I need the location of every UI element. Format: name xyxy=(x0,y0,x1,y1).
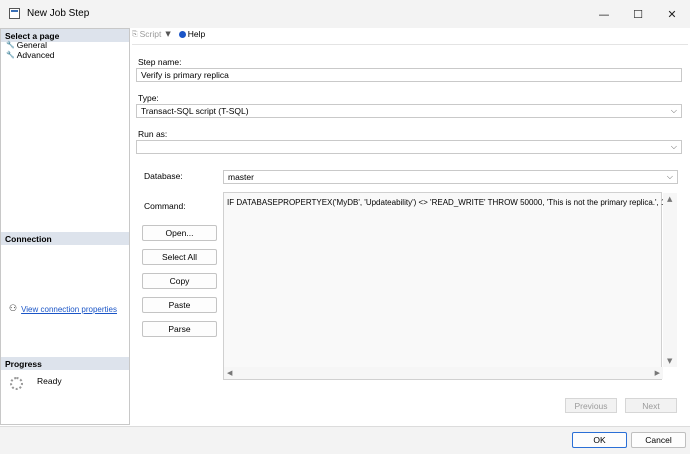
scroll-left-icon[interactable]: ◀ xyxy=(227,369,232,377)
database-label: Database: xyxy=(144,171,183,181)
chevron-down-icon: ⌵ xyxy=(670,106,677,115)
run-as-label: Run as: xyxy=(138,129,168,139)
scroll-up-icon[interactable]: ▲ xyxy=(667,195,672,203)
ok-button[interactable]: OK xyxy=(572,432,627,448)
app-window-icon xyxy=(9,8,20,19)
copy-button[interactable]: Copy xyxy=(142,273,217,289)
toolbar: ⎘ Script ▼ Help xyxy=(132,28,205,40)
chevron-down-icon: ⌵ xyxy=(670,142,677,151)
database-value: master xyxy=(228,172,254,182)
parse-button[interactable]: Parse xyxy=(142,321,217,337)
maximize-button[interactable]: ☐ xyxy=(621,0,655,28)
connection-properties[interactable]: ⚇ View connection properties xyxy=(9,304,117,314)
script-button[interactable]: ⎘ Script xyxy=(132,29,161,39)
paste-button[interactable]: Paste xyxy=(142,297,217,313)
select-all-button[interactable]: Select All xyxy=(142,249,217,265)
run-as-select[interactable]: ⌵ xyxy=(136,140,682,154)
page-item-general[interactable]: 🔧 General xyxy=(6,40,47,50)
help-button[interactable]: Help xyxy=(178,29,206,39)
progress-header: Progress xyxy=(1,357,129,370)
toolbar-divider xyxy=(132,44,688,45)
page-item-label: Advanced xyxy=(16,50,55,60)
wrench-icon: 🔧 xyxy=(6,51,15,59)
type-value: Transact-SQL script (T-SQL) xyxy=(141,106,249,116)
view-connection-properties-link[interactable]: View connection properties xyxy=(21,305,117,314)
open-button[interactable]: Open... xyxy=(142,225,217,241)
next-button[interactable]: Next xyxy=(625,398,677,413)
wrench-icon: 🔧 xyxy=(6,41,15,49)
scroll-right-icon[interactable]: ▶ xyxy=(655,369,660,377)
progress-spinner-icon xyxy=(10,377,23,390)
step-name-label: Step name: xyxy=(138,57,182,67)
progress-status: Ready xyxy=(37,376,62,386)
page-item-label: General xyxy=(16,40,47,50)
vertical-scrollbar[interactable]: ▲ ▼ xyxy=(663,193,677,367)
database-select[interactable]: master ⌵ xyxy=(223,170,678,184)
previous-button[interactable]: Previous xyxy=(565,398,617,413)
command-textarea[interactable]: IF DATABASEPROPERTYEX('MyDB', 'Updateabi… xyxy=(223,192,677,380)
dialog-footer: OK Cancel xyxy=(0,426,690,454)
type-select[interactable]: Transact-SQL script (T-SQL) ⌵ xyxy=(136,104,682,118)
horizontal-scrollbar[interactable]: ◀ ▶ xyxy=(224,367,663,379)
title-bar: New Job Step — ☐ ✕ xyxy=(0,0,690,28)
script-icon: ⎘ xyxy=(132,29,138,38)
minimize-button[interactable]: — xyxy=(587,0,621,28)
script-dropdown-icon[interactable]: ▼ xyxy=(165,30,170,38)
step-name-value: Verify is primary replica xyxy=(141,70,229,80)
scroll-down-icon[interactable]: ▼ xyxy=(667,357,672,365)
cancel-button[interactable]: Cancel xyxy=(631,432,686,448)
help-icon xyxy=(178,30,186,38)
step-name-input[interactable]: Verify is primary replica xyxy=(136,68,682,82)
command-text: IF DATABASEPROPERTYEX('MyDB', 'Updateabi… xyxy=(227,198,668,207)
connection-icon: ⚇ xyxy=(9,304,18,314)
close-button[interactable]: ✕ xyxy=(655,0,689,28)
chevron-down-icon: ⌵ xyxy=(666,172,673,181)
type-label: Type: xyxy=(138,93,159,103)
command-label: Command: xyxy=(144,201,186,211)
script-label: Script xyxy=(139,29,162,39)
connection-header: Connection xyxy=(1,232,129,245)
page-item-advanced[interactable]: 🔧 Advanced xyxy=(6,50,55,60)
window-title: New Job Step xyxy=(27,8,90,19)
left-pane: Select a page 🔧 General 🔧 Advanced Conne… xyxy=(0,28,130,425)
help-label: Help xyxy=(187,29,206,39)
